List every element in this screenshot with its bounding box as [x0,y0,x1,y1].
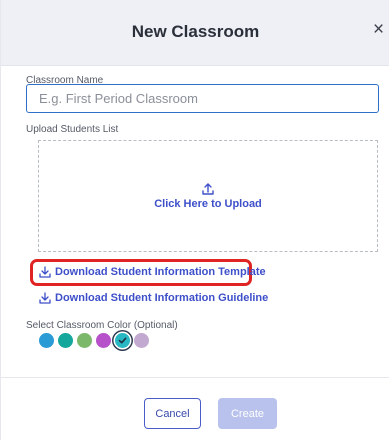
classroom-name-input[interactable] [26,84,379,113]
download-guideline-text: Download Student Information Guideline [55,292,269,304]
modal-title: New Classroom [131,22,260,41]
modal-header: New Classroom × [1,0,389,66]
download-icon [39,266,51,278]
upload-students-label: Upload Students List [26,124,119,135]
download-guideline-link[interactable]: Download Student Information Guideline [39,292,268,304]
color-swatch[interactable] [134,333,149,348]
upload-dropzone[interactable]: Click Here to Upload [38,140,378,252]
download-icon [39,292,51,304]
check-icon [118,337,127,344]
download-template-link[interactable]: Download Student Information Template [39,266,266,278]
download-template-text: Download Student Information Template [55,266,266,278]
modal-footer: Cancel Create [1,377,389,440]
color-swatch[interactable] [77,333,92,348]
upload-text: Click Here to Upload [154,198,262,210]
upload-icon [202,183,214,195]
color-swatch[interactable] [39,333,54,348]
close-icon[interactable]: × [373,20,384,39]
create-button[interactable]: Create [218,398,277,429]
cancel-button[interactable]: Cancel [144,398,201,429]
color-swatches [39,333,149,348]
classroom-color-label: Select Classroom Color (Optional) [26,320,178,331]
color-swatch[interactable] [58,333,73,348]
new-classroom-modal: New Classroom × Classroom Name Upload St… [0,0,389,440]
color-swatch[interactable] [96,333,111,348]
color-swatch[interactable] [115,333,130,348]
